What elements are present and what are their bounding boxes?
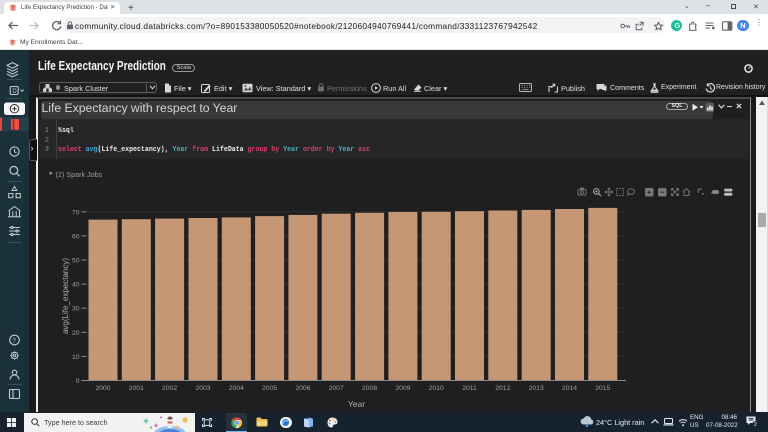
svg-text:10: 10 bbox=[71, 354, 79, 361]
svg-text:50: 50 bbox=[71, 258, 79, 265]
svg-text:2007: 2007 bbox=[328, 385, 343, 392]
svg-text:2013: 2013 bbox=[528, 385, 543, 392]
svg-text:2001: 2001 bbox=[128, 385, 143, 392]
svg-text:2005: 2005 bbox=[262, 385, 277, 392]
svg-text:30: 30 bbox=[71, 306, 79, 313]
svg-text:avg(Life_expectancy): avg(Life_expectancy) bbox=[61, 258, 70, 334]
svg-text:2004: 2004 bbox=[228, 385, 243, 392]
svg-text:40: 40 bbox=[71, 282, 79, 289]
svg-text:2002: 2002 bbox=[162, 385, 177, 392]
svg-text:2010: 2010 bbox=[428, 385, 443, 392]
svg-text:D: D bbox=[12, 89, 17, 95]
svg-text:0: 0 bbox=[75, 378, 79, 385]
svg-text:20: 20 bbox=[71, 330, 79, 337]
svg-text:?: ? bbox=[12, 338, 16, 345]
svg-text:2: 2 bbox=[754, 422, 757, 427]
svg-text:2009: 2009 bbox=[395, 385, 410, 392]
svg-text:2011: 2011 bbox=[462, 385, 477, 392]
svg-text:2006: 2006 bbox=[295, 385, 310, 392]
svg-text:2014: 2014 bbox=[561, 385, 576, 392]
svg-text:Year: Year bbox=[347, 399, 364, 409]
svg-text:2000: 2000 bbox=[95, 385, 110, 392]
svg-text:2012: 2012 bbox=[495, 385, 510, 392]
svg-text:2015: 2015 bbox=[595, 385, 610, 392]
svg-text:2003: 2003 bbox=[195, 385, 210, 392]
svg-text:70: 70 bbox=[71, 209, 79, 216]
svg-text:2008: 2008 bbox=[362, 385, 377, 392]
svg-text:60: 60 bbox=[71, 233, 79, 240]
